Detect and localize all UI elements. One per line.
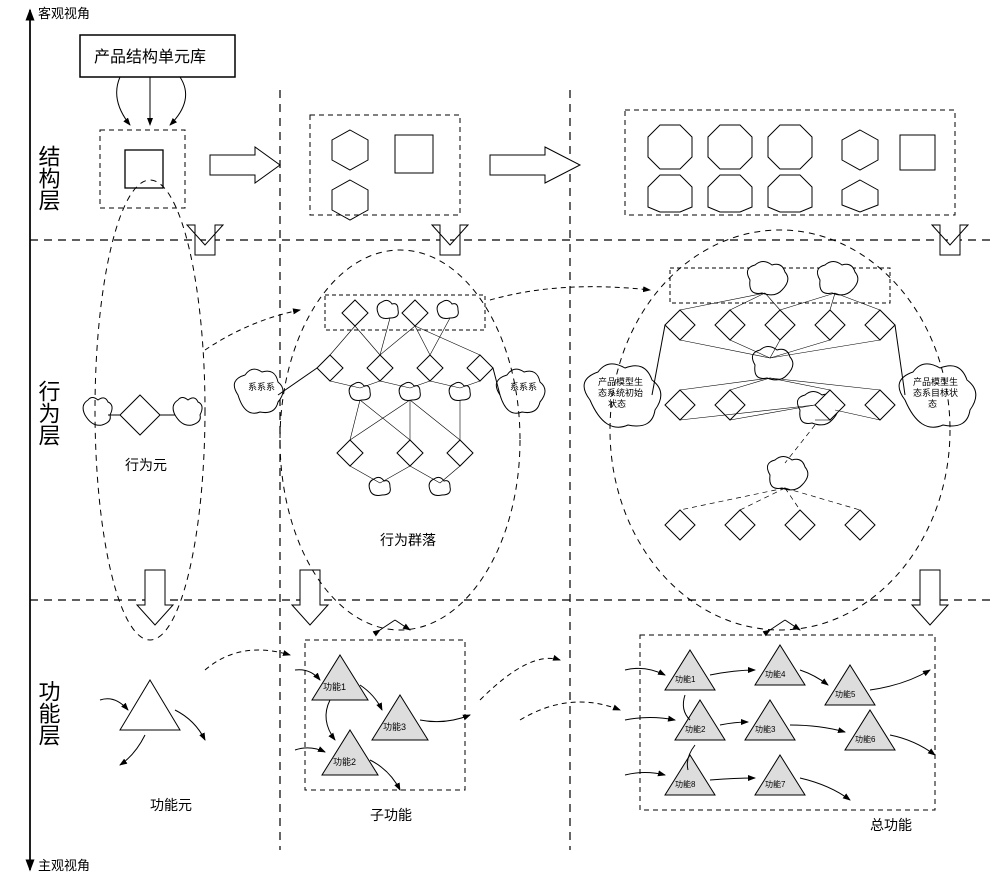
diagram: 客观视角 主观视角 结构层 行为层 功能层 产品结构单元库: [0, 0, 1000, 877]
svg-text:功能2: 功能2: [333, 756, 356, 767]
col1-row3-label: 功能元: [150, 797, 192, 813]
layer1-label: 结构层: [36, 145, 61, 211]
layer2-label: 行为层: [36, 380, 61, 446]
layer3-label: 功能层: [36, 680, 61, 746]
col3-row3-label: 总功能: [870, 817, 912, 833]
svg-text:系系系: 系系系: [248, 382, 275, 392]
struct-box-1: [100, 130, 185, 208]
svg-text:功能1: 功能1: [675, 674, 696, 684]
svg-text:功能8: 功能8: [675, 779, 696, 789]
axis-bottom-label: 主观视角: [38, 858, 90, 873]
svg-text:功能5: 功能5: [835, 689, 856, 699]
svg-text:系系系: 系系系: [510, 382, 537, 392]
svg-text:功能2: 功能2: [685, 724, 706, 734]
svg-text:功能3: 功能3: [383, 721, 406, 732]
svg-text:功能1: 功能1: [323, 681, 346, 692]
behavior-element: [83, 395, 202, 435]
col1-row2-label: 行为元: [125, 457, 167, 473]
arrow-struct-2-3: [490, 147, 580, 183]
subfunctions: 功能1 功能3 功能2: [295, 655, 470, 790]
col2-row3-label: 子功能: [370, 807, 412, 823]
svg-text:功能6: 功能6: [855, 734, 876, 744]
arrow-up-3: [932, 225, 968, 255]
col2-row2-label: 行为群落: [380, 532, 436, 548]
arrow-down-3: [912, 570, 948, 625]
arrow-down-2: [292, 570, 328, 625]
arrow-struct-1-2: [210, 147, 280, 183]
unit-library-label: 产品结构单元库: [94, 48, 206, 66]
total-functions: 功能1 功能4 功能5 功能2 功能3 功能6 功能8 功能7: [625, 645, 935, 800]
svg-text:功能3: 功能3: [755, 724, 776, 734]
axis-top-label: 客观视角: [38, 6, 90, 21]
function-element: [100, 680, 205, 765]
svg-text:功能7: 功能7: [765, 779, 786, 789]
arrow-down-1: [137, 570, 173, 625]
svg-text:功能4: 功能4: [765, 669, 786, 679]
struct-box-3: [625, 110, 955, 215]
